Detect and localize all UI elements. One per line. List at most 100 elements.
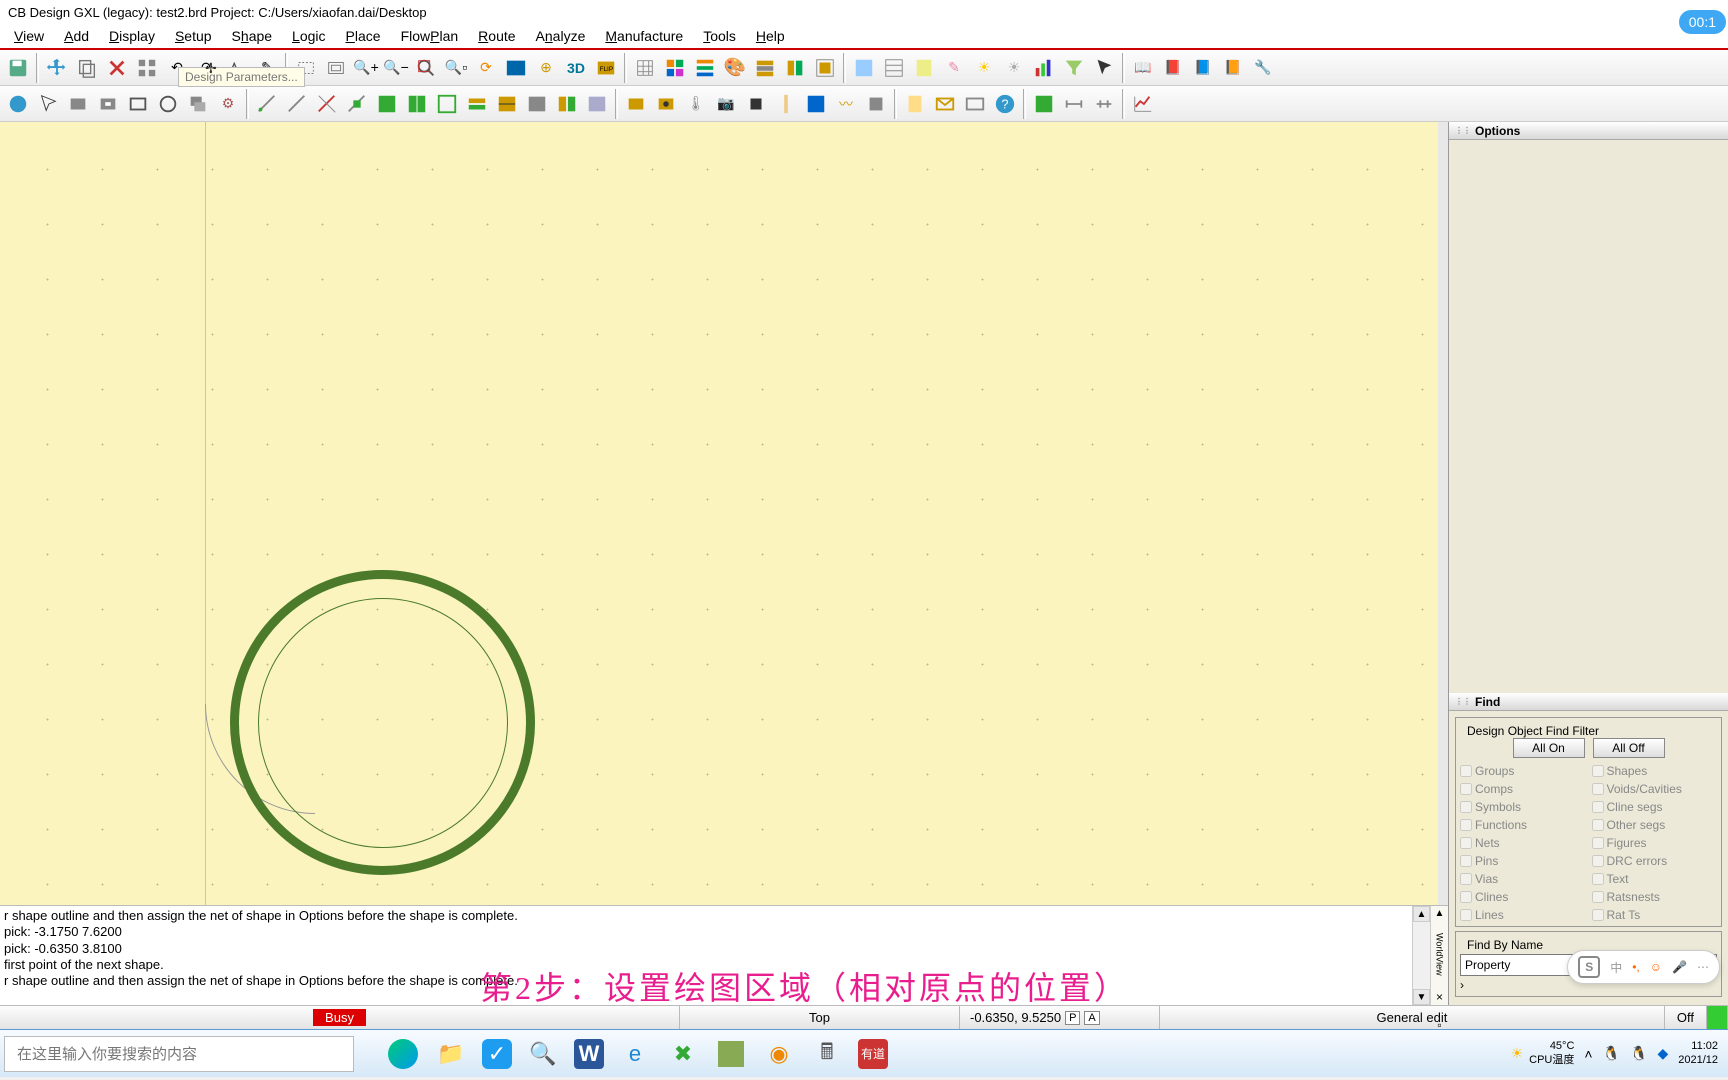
ime-s-icon[interactable]: S [1578,956,1600,978]
book4-icon[interactable]: 📙 [1219,54,1247,82]
menu-manufacture[interactable]: Manufacture [595,26,693,46]
grid-icon[interactable] [631,54,659,82]
ie-icon[interactable]: e [618,1037,652,1071]
scroll-up-icon[interactable]: ▲ [1413,906,1430,922]
chip2-icon[interactable] [862,90,890,118]
stack3-icon[interactable] [811,54,839,82]
chk-functions[interactable]: Functions [1460,818,1586,832]
status-green-indicator[interactable] [1707,1006,1728,1029]
wv-up-icon[interactable]: ▲ [1435,908,1445,919]
thermo-icon[interactable]: 🌡 [682,90,710,118]
status-layer[interactable]: Top [680,1006,960,1029]
find-expand-icon[interactable]: › [1460,978,1464,992]
wrench-icon[interactable]: 🔧 [1249,54,1277,82]
weather-widget[interactable]: ☀ 45°C CPU温度 [1511,1040,1575,1066]
highlight-icon[interactable]: ✎ [940,54,968,82]
delete-icon[interactable] [103,54,131,82]
coil-icon[interactable]: 〰 [832,90,860,118]
menu-place[interactable]: Place [336,26,391,46]
sun1-icon[interactable]: ☀ [970,54,998,82]
zoom-world-icon[interactable] [502,54,530,82]
menu-flowplan[interactable]: FlowPlan [391,26,469,46]
comp2-icon[interactable] [652,90,680,118]
route1-icon[interactable] [253,90,281,118]
wv-close-icon[interactable]: × [1436,990,1443,1004]
flip-icon[interactable]: FLIP [592,54,620,82]
tray-qq2-icon[interactable]: 🐧 [1630,1045,1647,1062]
route2-icon[interactable] [283,90,311,118]
chk-figures[interactable]: Figures [1592,836,1718,850]
search-icon[interactable]: 🔍 [526,1037,560,1071]
design-params-icon[interactable] [133,54,161,82]
menu-tools[interactable]: Tools [693,26,746,46]
app4-icon[interactable]: ◉ [762,1037,796,1071]
ime-smile-icon[interactable]: ☺ [1650,960,1662,974]
palette-icon[interactable]: 🎨 [721,54,749,82]
mail-icon[interactable] [931,90,959,118]
comp1-icon[interactable] [622,90,650,118]
camera-icon[interactable]: 📷 [712,90,740,118]
stack2-icon[interactable] [781,54,809,82]
cursor-icon[interactable] [1090,54,1118,82]
chk-ratsnests[interactable]: Ratsnests [1592,890,1718,904]
layer4-icon[interactable] [553,90,581,118]
chk-groups[interactable]: Groups [1460,764,1586,778]
graph-icon[interactable] [1129,90,1157,118]
chk-ratts[interactable]: Rat Ts [1592,908,1718,922]
taskbar-search-input[interactable]: 在这里输入你要搜索的内容 [4,1036,354,1072]
command-console[interactable]: r shape outline and then assign the net … [0,906,1412,1005]
chk-text[interactable]: Text [1592,872,1718,886]
chart-icon[interactable] [1030,54,1058,82]
menu-add[interactable]: Add [54,26,99,46]
zoom-in-icon[interactable]: 🔍+ [352,54,380,82]
ruler-icon[interactable] [772,90,800,118]
pcb1-icon[interactable] [802,90,830,118]
edge-icon[interactable] [386,1037,420,1071]
app3-icon[interactable] [714,1037,748,1071]
chk-shapes[interactable]: Shapes [1592,764,1718,778]
report-icon[interactable] [910,54,938,82]
app5-icon[interactable]: 有道 [858,1039,888,1069]
info1-icon[interactable] [850,54,878,82]
ime-zhong[interactable]: 中 [1610,959,1622,976]
console-scrollbar[interactable]: ▲ ▼ [1412,906,1430,1005]
book3-icon[interactable]: 📘 [1189,54,1217,82]
circle-outline-icon[interactable] [154,90,182,118]
layer2-icon[interactable] [493,90,521,118]
tray-up-icon[interactable]: ˄ [1584,1046,1592,1062]
info2-icon[interactable] [880,54,908,82]
circle-tool-icon[interactable] [4,90,32,118]
menu-display[interactable]: Display [99,26,165,46]
explorer-icon[interactable]: 📁 [434,1037,468,1071]
calculator-icon[interactable]: 🖩 [810,1037,844,1071]
rect-outline-icon[interactable] [124,90,152,118]
chk-symbols[interactable]: Symbols [1460,800,1586,814]
chk-comps[interactable]: Comps [1460,782,1586,796]
layers1-icon[interactable] [661,54,689,82]
scroll-down-icon[interactable]: ▼ [1413,989,1430,1005]
chk-voids[interactable]: Voids/Cavities [1592,782,1718,796]
p-toggle[interactable]: P [1065,1011,1080,1025]
pcb-icon[interactable] [1030,90,1058,118]
chk-clines[interactable]: Clines [1460,890,1586,904]
ime-punct-icon[interactable]: •, [1632,960,1640,974]
gear-icon[interactable]: ⚙ [214,90,242,118]
menu-help[interactable]: Help [746,26,795,46]
layer1-icon[interactable] [463,90,491,118]
tray-app-icon[interactable]: ◆ [1657,1045,1668,1062]
app2-icon[interactable]: ✖ [666,1037,700,1071]
select-icon[interactable] [34,90,62,118]
stack-rect-icon[interactable] [184,90,212,118]
dim1-icon[interactable] [1060,90,1088,118]
design-canvas[interactable]: ⊕ [0,122,1448,905]
ime-toolbar[interactable]: S 中 •, ☺ 🎤 ⋯ [1567,950,1720,984]
zoom-out-icon[interactable]: 🔍− [382,54,410,82]
all-on-button[interactable]: All On [1513,738,1585,758]
chip-icon[interactable] [742,90,770,118]
move-icon[interactable] [43,54,71,82]
ime-more-icon[interactable]: ⋯ [1697,960,1709,974]
shape-circle-thin[interactable] [258,598,508,848]
chk-lines[interactable]: Lines [1460,908,1586,922]
word-icon[interactable]: W [574,1039,604,1069]
tray-clock[interactable]: 11:02 2021/12 [1678,1040,1718,1066]
